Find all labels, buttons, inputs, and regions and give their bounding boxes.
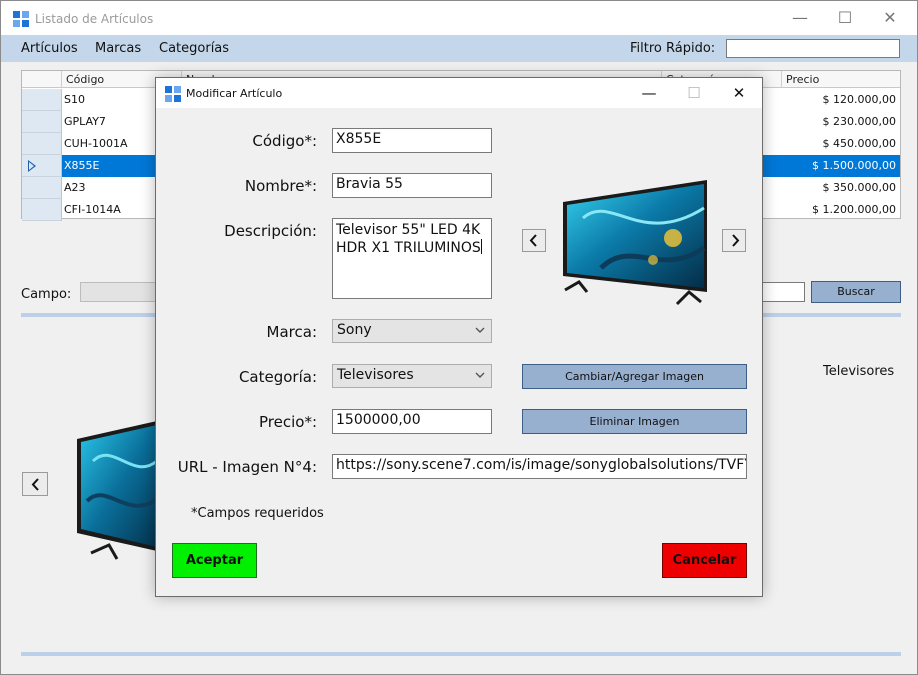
cell-code: X855E: [64, 159, 100, 172]
cell-code: CFI-1014A: [64, 203, 121, 216]
dialog-titlebar: Modificar Artículo — ☐ ✕: [156, 78, 762, 108]
search-input[interactable]: [761, 282, 805, 302]
brand-select[interactable]: Sony: [332, 319, 492, 343]
search-field-label: Campo:: [21, 287, 72, 302]
category-label: Categoría:: [238, 368, 317, 386]
code-label: Código*:: [252, 132, 317, 150]
chevron-left-icon: [31, 478, 39, 491]
row-header[interactable]: [22, 89, 62, 111]
cell-price: $ 1.500.000,00: [812, 159, 896, 172]
cell-price: $ 230.000,00: [822, 115, 896, 128]
prev-image-button[interactable]: [522, 229, 546, 252]
name-label: Nombre*:: [244, 177, 317, 195]
maximize-icon[interactable]: ☐: [832, 7, 858, 29]
grid-header-precio[interactable]: Precio: [782, 71, 900, 88]
cell-price: $ 120.000,00: [822, 93, 896, 106]
separator-bottom: [21, 652, 901, 656]
search-field-select[interactable]: [80, 282, 160, 302]
search-button[interactable]: Buscar: [811, 281, 901, 303]
app-icon: [13, 11, 29, 27]
minimize-icon[interactable]: —: [636, 82, 662, 104]
grid-corner: [22, 71, 62, 88]
tv-image: [77, 421, 157, 560]
minimize-icon[interactable]: —: [787, 7, 813, 29]
cell-price: $ 1.200.000,00: [812, 203, 896, 216]
description-label: Descripción:: [224, 222, 317, 240]
dialog-title: Modificar Artículo: [186, 87, 283, 100]
required-note: *Campos requeridos: [191, 506, 324, 521]
row-header[interactable]: [22, 155, 62, 177]
chevron-left-icon: [529, 234, 537, 247]
menubar: Artículos Marcas Categorías Filtro Rápid…: [1, 35, 917, 62]
menu-marcas[interactable]: Marcas: [95, 41, 141, 56]
cell-code: S10: [64, 93, 85, 106]
brand-value: Sony: [337, 322, 372, 338]
close-icon[interactable]: ✕: [877, 7, 903, 29]
code-field[interactable]: X855E: [332, 128, 492, 153]
maximize-icon: ☐: [687, 84, 701, 102]
price-label: Precio*:: [259, 413, 317, 431]
close-icon[interactable]: ✕: [726, 82, 752, 104]
url-field[interactable]: https://sony.scene7.com/is/image/sonyglo…: [332, 454, 747, 479]
row-header[interactable]: [22, 133, 62, 155]
name-field[interactable]: Bravia 55: [332, 173, 492, 198]
prev-image-button[interactable]: [22, 472, 48, 496]
menu-articulos[interactable]: Artículos: [21, 41, 78, 56]
price-field[interactable]: 1500000,00: [332, 409, 492, 434]
next-image-button[interactable]: [722, 229, 746, 252]
cell-code: CUH-1001A: [64, 137, 128, 150]
description-field[interactable]: Televisor 55" LED 4K HDR X1 TRILUMINOS: [332, 218, 492, 299]
category-select[interactable]: Televisores: [332, 364, 492, 388]
row-header[interactable]: [22, 177, 62, 199]
change-image-button[interactable]: Cambiar/Agregar Imagen: [522, 364, 747, 389]
cell-code: A23: [64, 181, 86, 194]
detail-category: Televisores: [823, 364, 895, 379]
filter-input[interactable]: [726, 39, 900, 58]
cancel-button[interactable]: Cancelar: [662, 543, 747, 578]
main-titlebar: Listado de Artículos — ☐ ✕: [1, 1, 917, 35]
delete-image-button[interactable]: Eliminar Imagen: [522, 409, 747, 434]
row-header[interactable]: [22, 111, 62, 133]
tv-image: [563, 180, 707, 306]
accept-button[interactable]: Aceptar: [172, 543, 257, 578]
category-value: Televisores: [337, 367, 414, 383]
app-icon: [165, 86, 181, 102]
chevron-down-icon: [475, 372, 485, 378]
chevron-down-icon: [475, 327, 485, 333]
row-pointer-icon: [28, 160, 36, 172]
description-text: Televisor 55" LED 4K HDR X1 TRILUMINOS: [336, 222, 481, 256]
window-title: Listado de Artículos: [35, 12, 154, 26]
brand-label: Marca:: [266, 323, 317, 341]
row-header[interactable]: [22, 199, 62, 221]
cell-price: $ 350.000,00: [822, 181, 896, 194]
chevron-right-icon: [732, 234, 740, 247]
cell-code: GPLAY7: [64, 115, 106, 128]
menu-categorias[interactable]: Categorías: [159, 41, 229, 56]
url-label: URL - Imagen N°4:: [177, 458, 317, 476]
filter-label: Filtro Rápido:: [630, 41, 716, 56]
text-caret: [480, 239, 482, 254]
modify-article-dialog: Modificar Artículo — ☐ ✕ Código*: X855E …: [155, 77, 763, 597]
cell-price: $ 450.000,00: [822, 137, 896, 150]
